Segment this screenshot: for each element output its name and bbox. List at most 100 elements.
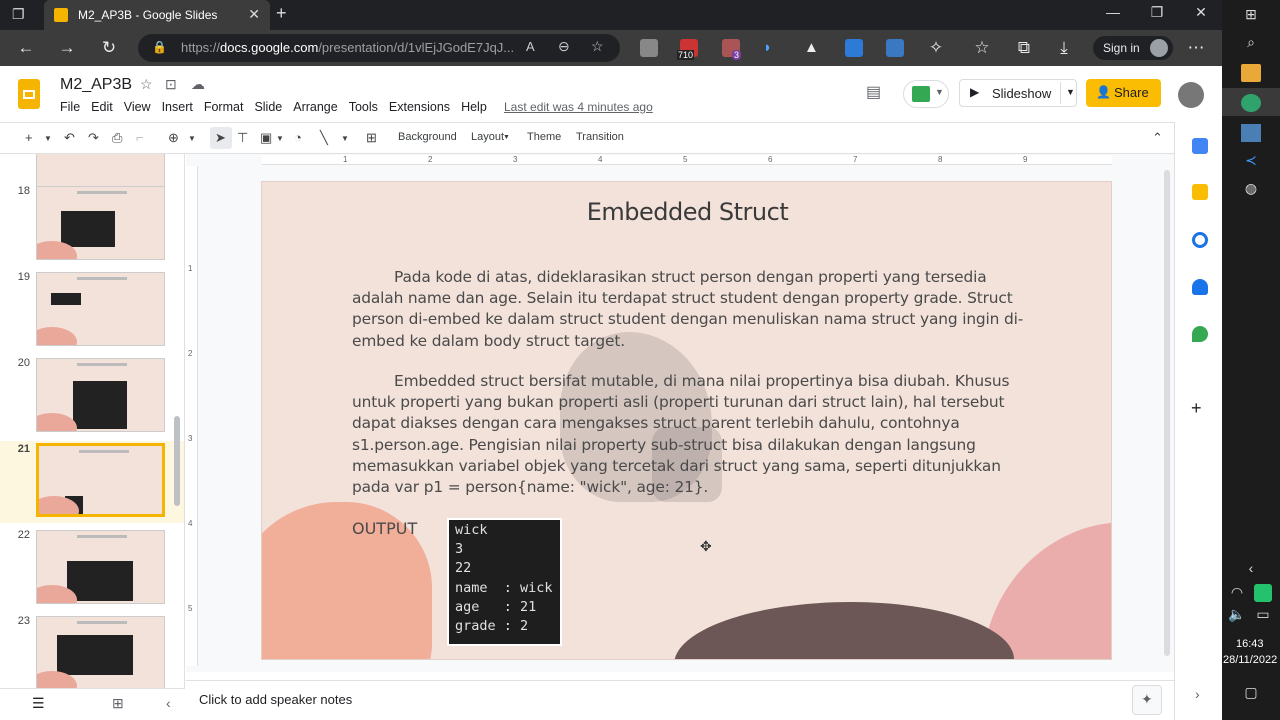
document-title[interactable]: M2_AP3B: [60, 76, 132, 94]
read-aloud-icon[interactable]: A: [526, 39, 535, 54]
show-hidden-icons-chevron-icon[interactable]: ‹: [1241, 560, 1261, 578]
extension-icon[interactable]: [886, 39, 904, 57]
explore-button[interactable]: ✦: [1132, 685, 1162, 715]
volume-icon[interactable]: 🔈: [1228, 606, 1246, 624]
chevron-down-icon[interactable]: ▼: [276, 134, 284, 143]
add-comment-icon[interactable]: ⊞: [366, 130, 377, 146]
maps-icon[interactable]: [1192, 326, 1208, 342]
slide-paragraph-2[interactable]: Embedded struct bersifat mutable, di man…: [352, 371, 1042, 498]
show-side-panel-icon[interactable]: ›: [1195, 686, 1200, 702]
collections-icon[interactable]: ⧉: [1012, 38, 1036, 58]
chevron-down-icon[interactable]: ▼: [341, 134, 349, 143]
slide-thumbnail-selected[interactable]: [36, 443, 165, 517]
clock-date[interactable]: 28/11/2022: [1223, 654, 1277, 666]
horizontal-ruler[interactable]: 1 2 3 4 5 6 7 8 9: [262, 155, 1112, 165]
slide-thumbnail[interactable]: [36, 186, 165, 260]
keep-icon[interactable]: [1192, 184, 1208, 200]
minimize-icon[interactable]: —: [1098, 4, 1128, 20]
select-cursor-icon[interactable]: ➤: [215, 130, 226, 146]
search-icon[interactable]: ⌕: [1241, 34, 1261, 52]
menu-slide[interactable]: Slide: [254, 100, 282, 114]
output-label[interactable]: OUTPUT: [352, 519, 417, 538]
tasks-icon[interactable]: [1192, 232, 1208, 248]
downloads-icon[interactable]: ⤓: [1052, 38, 1076, 58]
extensions-puzzle-icon[interactable]: ✧: [924, 38, 948, 58]
slide-thumbnail[interactable]: [36, 272, 165, 346]
chevron-down-icon[interactable]: ▼: [1066, 87, 1075, 97]
filmstrip-view-icon[interactable]: ☰: [32, 695, 45, 712]
slide-title[interactable]: Embedded Struct: [262, 198, 1111, 226]
slide-paragraph-1[interactable]: Pada kode di atas, dideklarasikan struct…: [352, 267, 1042, 352]
menu-insert[interactable]: Insert: [162, 100, 193, 114]
extension-icon[interactable]: [640, 39, 658, 57]
favorite-add-icon[interactable]: ☆: [591, 38, 604, 55]
last-edit-link[interactable]: Last edit was 4 minutes ago: [504, 100, 653, 114]
slide-thumbnail[interactable]: [36, 616, 165, 688]
slide-thumbnail[interactable]: [36, 358, 165, 432]
slides-logo-icon[interactable]: [18, 79, 40, 109]
move-folder-icon[interactable]: ⊡: [165, 76, 177, 93]
zoom-icon[interactable]: ⊖: [558, 38, 570, 55]
chevron-down-icon[interactable]: ▼: [44, 134, 52, 143]
restore-icon[interactable]: ❐: [1142, 4, 1172, 21]
grid-view-icon[interactable]: ⊞: [112, 695, 124, 712]
window-close-icon[interactable]: ✕: [1186, 4, 1216, 21]
extension-icon[interactable]: [845, 39, 863, 57]
filmstrip-scrollbar[interactable]: [174, 416, 180, 506]
star-icon[interactable]: ☆: [140, 76, 153, 93]
vscode-icon[interactable]: ≺: [1241, 152, 1261, 170]
menu-edit[interactable]: Edit: [91, 100, 113, 114]
comments-icon[interactable]: ▤: [866, 82, 881, 102]
tray-app-icon[interactable]: [1254, 584, 1272, 602]
slideshow-button[interactable]: ▶ Slideshow ▼: [959, 79, 1077, 107]
shape-icon[interactable]: ◔: [294, 130, 302, 145]
new-slide-icon[interactable]: +: [25, 130, 33, 145]
zoom-icon[interactable]: ⊕: [168, 130, 179, 146]
wifi-icon[interactable]: ◠: [1228, 584, 1246, 602]
chevron-down-icon[interactable]: ▼: [188, 134, 196, 143]
lock-icon[interactable]: 🔒: [152, 40, 167, 54]
extension-icon[interactable]: ◗: [763, 39, 781, 57]
share-button[interactable]: 👤 Share: [1086, 79, 1161, 107]
paint-format-icon[interactable]: ⌐: [136, 130, 144, 145]
address-bar[interactable]: 🔒 https://docs.google.com/presentation/d…: [138, 34, 620, 62]
extension-icon[interactable]: ▲: [804, 39, 822, 57]
tab-actions-icon[interactable]: ❐: [12, 6, 25, 23]
line-icon[interactable]: ╲: [320, 130, 328, 146]
vertical-ruler[interactable]: 1 2 3 4 5: [186, 166, 198, 666]
photos-app-icon[interactable]: [1241, 124, 1261, 142]
cloud-saved-icon[interactable]: ☁: [191, 76, 205, 93]
slide-thumbnail[interactable]: [36, 530, 165, 604]
menu-arrange[interactable]: Arrange: [293, 100, 337, 114]
menu-view[interactable]: View: [124, 100, 151, 114]
browser-tab[interactable]: M2_AP3B - Google Slides ✕: [44, 0, 270, 30]
back-icon[interactable]: ←: [14, 38, 38, 58]
menu-format[interactable]: Format: [204, 100, 244, 114]
contacts-icon[interactable]: [1192, 279, 1208, 295]
get-addons-icon[interactable]: +: [1191, 398, 1202, 419]
print-icon[interactable]: ⎙: [112, 130, 122, 146]
calendar-icon[interactable]: [1192, 138, 1208, 154]
account-avatar[interactable]: [1178, 82, 1204, 108]
collapse-filmstrip-icon[interactable]: ‹: [166, 695, 171, 711]
collapse-toolbar-icon[interactable]: ⌃: [1152, 130, 1163, 146]
image-icon[interactable]: ▣: [260, 130, 272, 146]
code-output-image[interactable]: wick 3 22 name : wick age : 21 grade : 2: [447, 518, 562, 646]
undo-icon[interactable]: ↶: [64, 130, 75, 146]
github-desktop-icon[interactable]: ◍: [1241, 180, 1261, 198]
speaker-notes[interactable]: Click to add speaker notes ✦: [186, 680, 1174, 720]
file-explorer-icon[interactable]: [1241, 64, 1261, 82]
background-button[interactable]: Background: [398, 131, 457, 143]
reload-icon[interactable]: ↻: [97, 38, 121, 58]
notifications-icon[interactable]: ▢: [1241, 684, 1261, 702]
menu-file[interactable]: File: [60, 100, 80, 114]
more-options-icon[interactable]: ⋯: [1184, 38, 1208, 58]
forward-icon[interactable]: →: [55, 38, 79, 58]
menu-help[interactable]: Help: [461, 100, 487, 114]
clock-time[interactable]: 16:43: [1236, 638, 1264, 650]
text-box-icon[interactable]: ⊤: [237, 130, 248, 146]
windows-start-icon[interactable]: ⊞: [1241, 6, 1261, 24]
battery-icon[interactable]: ▭: [1254, 606, 1272, 624]
close-tab-icon[interactable]: ✕: [248, 6, 260, 23]
menu-extensions[interactable]: Extensions: [389, 100, 450, 114]
